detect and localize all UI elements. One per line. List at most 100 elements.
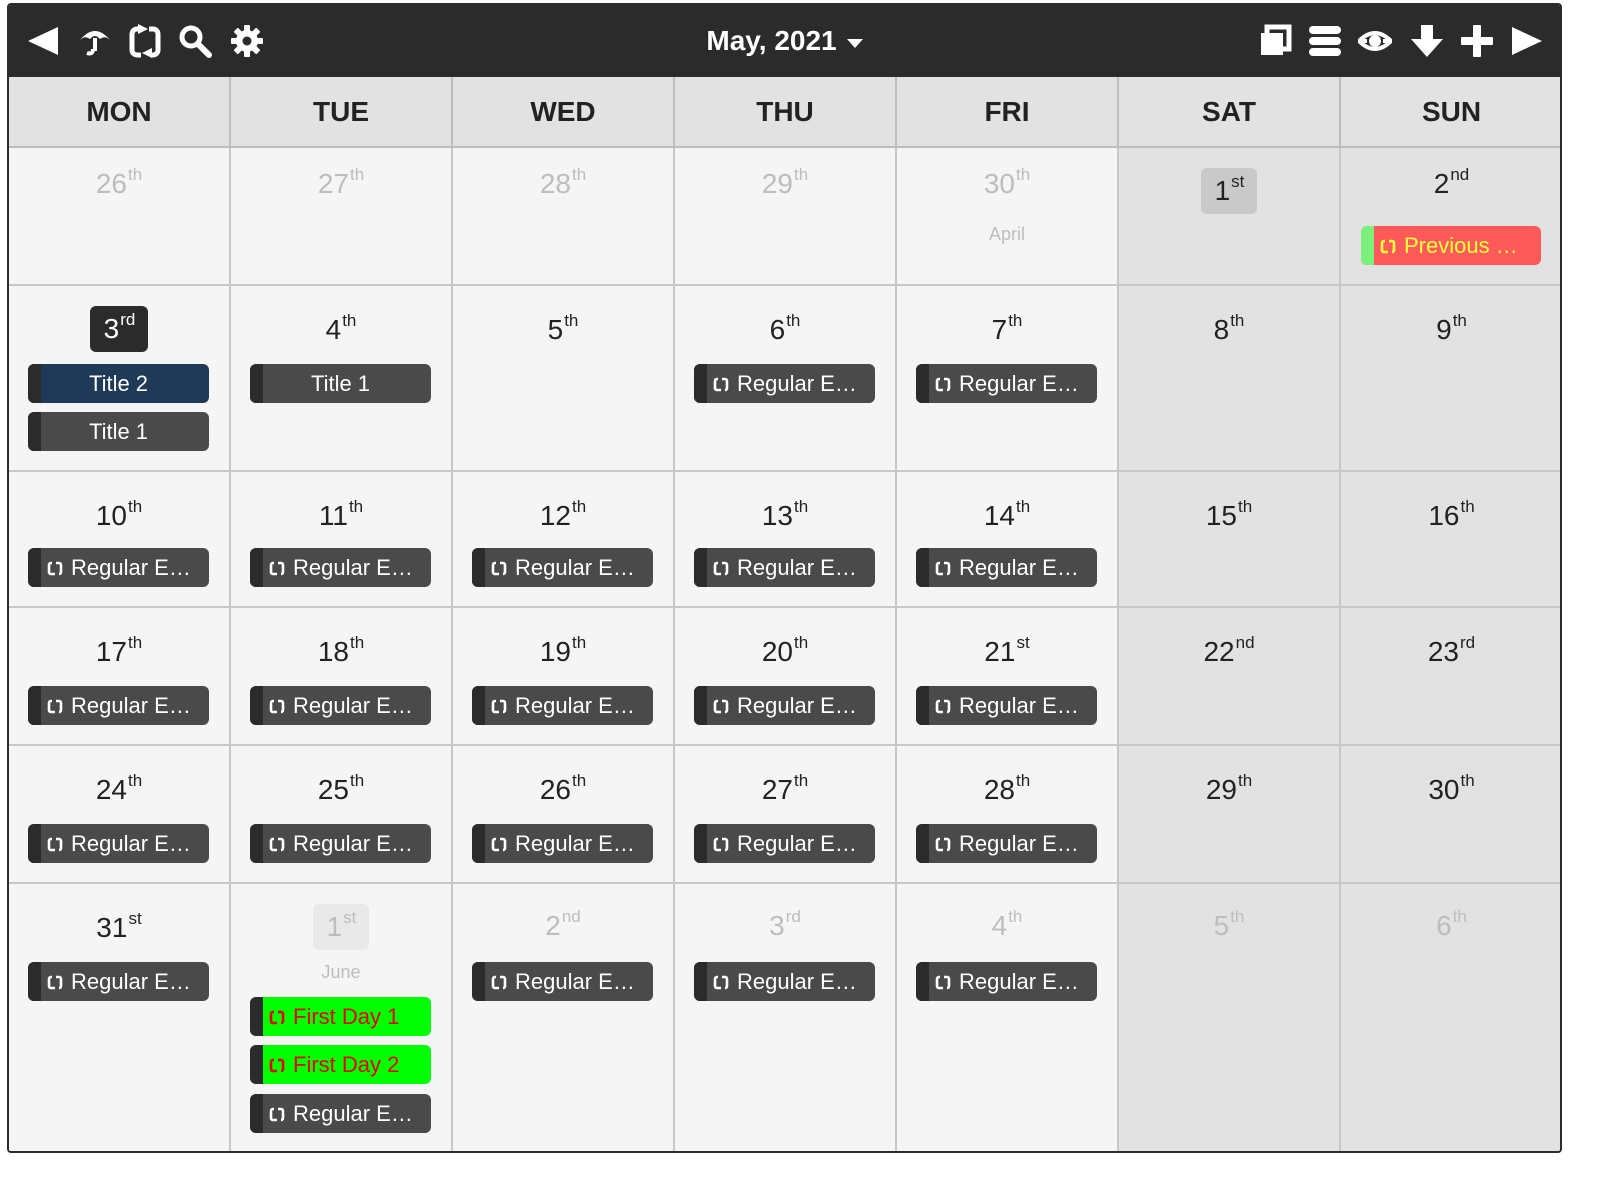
day-cell[interactable]: 1st June First Day 1 First Day 2 Regular…	[231, 884, 453, 1151]
event-regular[interactable]: Regular Ev…	[28, 824, 209, 863]
day-cell[interactable]: 5th	[1119, 884, 1341, 1151]
event-regular[interactable]: Regular Ev…	[472, 824, 653, 863]
chevron-down-icon	[846, 38, 863, 48]
day-cell[interactable]: 26th Regular Ev…	[453, 746, 675, 882]
event-color-bar	[916, 548, 929, 587]
month-label: April	[988, 224, 1025, 244]
day-number: 19th	[539, 633, 587, 667]
day-cell[interactable]: 2nd Previous Day	[1341, 148, 1560, 284]
day-cell[interactable]: 23rd	[1341, 608, 1560, 744]
visibility-button[interactable]	[1355, 19, 1395, 63]
next-button[interactable]	[1507, 19, 1547, 63]
event-regular[interactable]: Regular Ev…	[250, 686, 431, 725]
event-label: Regular Ev…	[71, 830, 202, 856]
download-button[interactable]	[1407, 19, 1447, 63]
day-cell[interactable]: 1st	[1119, 148, 1341, 284]
day-cell[interactable]: 27th Regular Ev…	[675, 746, 897, 882]
recurring-icon	[491, 835, 507, 852]
window-view-button[interactable]	[1255, 19, 1295, 63]
day-cell[interactable]: 30th	[1341, 746, 1560, 882]
event-regular[interactable]: Regular Ev…	[916, 686, 1097, 725]
holiday-button[interactable]	[75, 19, 115, 63]
event-regular[interactable]: Regular Ev…	[694, 364, 875, 403]
day-cell[interactable]: 4th Regular Ev…	[897, 884, 1119, 1151]
event-regular[interactable]: Regular Ev…	[28, 548, 209, 587]
day-cell[interactable]: 18th Regular Ev…	[231, 608, 453, 744]
event-color-bar	[694, 364, 707, 403]
event-regular[interactable]: Regular Ev…	[694, 962, 875, 1001]
settings-button[interactable]	[227, 19, 267, 63]
day-cell[interactable]: 21st Regular Ev…	[897, 608, 1119, 744]
day-cell[interactable]: 30th April	[897, 148, 1119, 284]
event-color-bar	[1361, 226, 1374, 265]
day-cell[interactable]: 5th	[453, 286, 675, 470]
event-title-1[interactable]: Title 1	[250, 364, 431, 403]
event-regular[interactable]: Regular Ev…	[916, 548, 1097, 587]
event-color-bar	[28, 548, 41, 587]
day-cell[interactable]: 12th Regular Ev…	[453, 472, 675, 606]
weekday-thu: THU	[675, 77, 897, 146]
event-regular[interactable]: Regular Ev…	[250, 824, 431, 863]
day-cell[interactable]: 31st Regular Ev…	[9, 884, 231, 1151]
day-number: 20th	[761, 633, 809, 667]
event-regular[interactable]: Regular Ev…	[472, 548, 653, 587]
recurring-icon	[269, 1105, 285, 1122]
day-cell[interactable]: 22nd	[1119, 608, 1341, 744]
recurring-button[interactable]	[125, 19, 165, 63]
day-cell[interactable]: 8th	[1119, 286, 1341, 470]
day-cell[interactable]: 28th	[453, 148, 675, 284]
day-cell[interactable]: 26th	[9, 148, 231, 284]
day-cell[interactable]: 10th Regular Ev…	[9, 472, 231, 606]
event-regular[interactable]: Regular Ev…	[694, 686, 875, 725]
add-button[interactable]	[1457, 19, 1497, 63]
day-number: 27th	[761, 771, 809, 805]
event-first-day-1[interactable]: First Day 1	[250, 997, 431, 1036]
day-cell[interactable]: 6th	[1341, 884, 1560, 1151]
day-cell[interactable]: 4th Title 1	[231, 286, 453, 470]
event-color-bar	[916, 962, 929, 1001]
event-first-day-2[interactable]: First Day 2	[250, 1045, 431, 1084]
event-regular[interactable]: Regular Ev…	[916, 962, 1097, 1001]
day-cell[interactable]: 14th Regular Ev…	[897, 472, 1119, 606]
day-cell[interactable]: 7th Regular Ev…	[897, 286, 1119, 470]
event-regular[interactable]: Regular Ev…	[694, 824, 875, 863]
day-cell[interactable]: 9th	[1341, 286, 1560, 470]
day-cell[interactable]: 16th	[1341, 472, 1560, 606]
download-icon	[1411, 25, 1443, 57]
event-regular[interactable]: Regular Ev…	[694, 548, 875, 587]
event-title-1[interactable]: Title 1	[28, 412, 209, 451]
day-cell[interactable]: 3rd Title 2 Title 1	[9, 286, 231, 470]
day-cell[interactable]: 15th	[1119, 472, 1341, 606]
event-regular[interactable]: Regular Ev…	[250, 548, 431, 587]
day-cell[interactable]: 3rd Regular Ev…	[675, 884, 897, 1151]
event-title-2[interactable]: Title 2	[28, 364, 209, 403]
day-cell[interactable]: 24th Regular Ev…	[9, 746, 231, 882]
day-cell[interactable]: 29th	[1119, 746, 1341, 882]
recurring-icon	[47, 973, 63, 990]
event-regular[interactable]: Regular Ev…	[916, 364, 1097, 403]
event-regular[interactable]: Regular Ev…	[472, 686, 653, 725]
day-cell[interactable]: 25th Regular Ev…	[231, 746, 453, 882]
day-cell[interactable]: 29th	[675, 148, 897, 284]
event-regular[interactable]: Regular Ev…	[916, 824, 1097, 863]
list-view-button[interactable]	[1305, 19, 1345, 63]
search-icon	[179, 25, 212, 58]
day-cell[interactable]: 27th	[231, 148, 453, 284]
day-cell[interactable]: 13th Regular Ev…	[675, 472, 897, 606]
day-cell[interactable]: 28th Regular Ev…	[897, 746, 1119, 882]
day-cell[interactable]: 17th Regular Ev…	[9, 608, 231, 744]
event-regular[interactable]: Regular Ev…	[28, 962, 209, 1001]
day-cell[interactable]: 19th Regular Ev…	[453, 608, 675, 744]
recurring-icon	[713, 973, 729, 990]
previous-button[interactable]	[23, 19, 63, 63]
event-regular[interactable]: Regular Ev…	[250, 1094, 431, 1133]
day-cell[interactable]: 6th Regular Ev…	[675, 286, 897, 470]
event-regular[interactable]: Regular Ev…	[28, 686, 209, 725]
day-cell[interactable]: 11th Regular Ev…	[231, 472, 453, 606]
day-cell[interactable]: 20th Regular Ev…	[675, 608, 897, 744]
search-button[interactable]	[175, 19, 215, 63]
event-label: Regular Ev…	[959, 830, 1090, 856]
event-previous-day[interactable]: Previous Day	[1361, 226, 1541, 265]
event-regular[interactable]: Regular Ev…	[472, 962, 653, 1001]
day-cell[interactable]: 2nd Regular Ev…	[453, 884, 675, 1151]
